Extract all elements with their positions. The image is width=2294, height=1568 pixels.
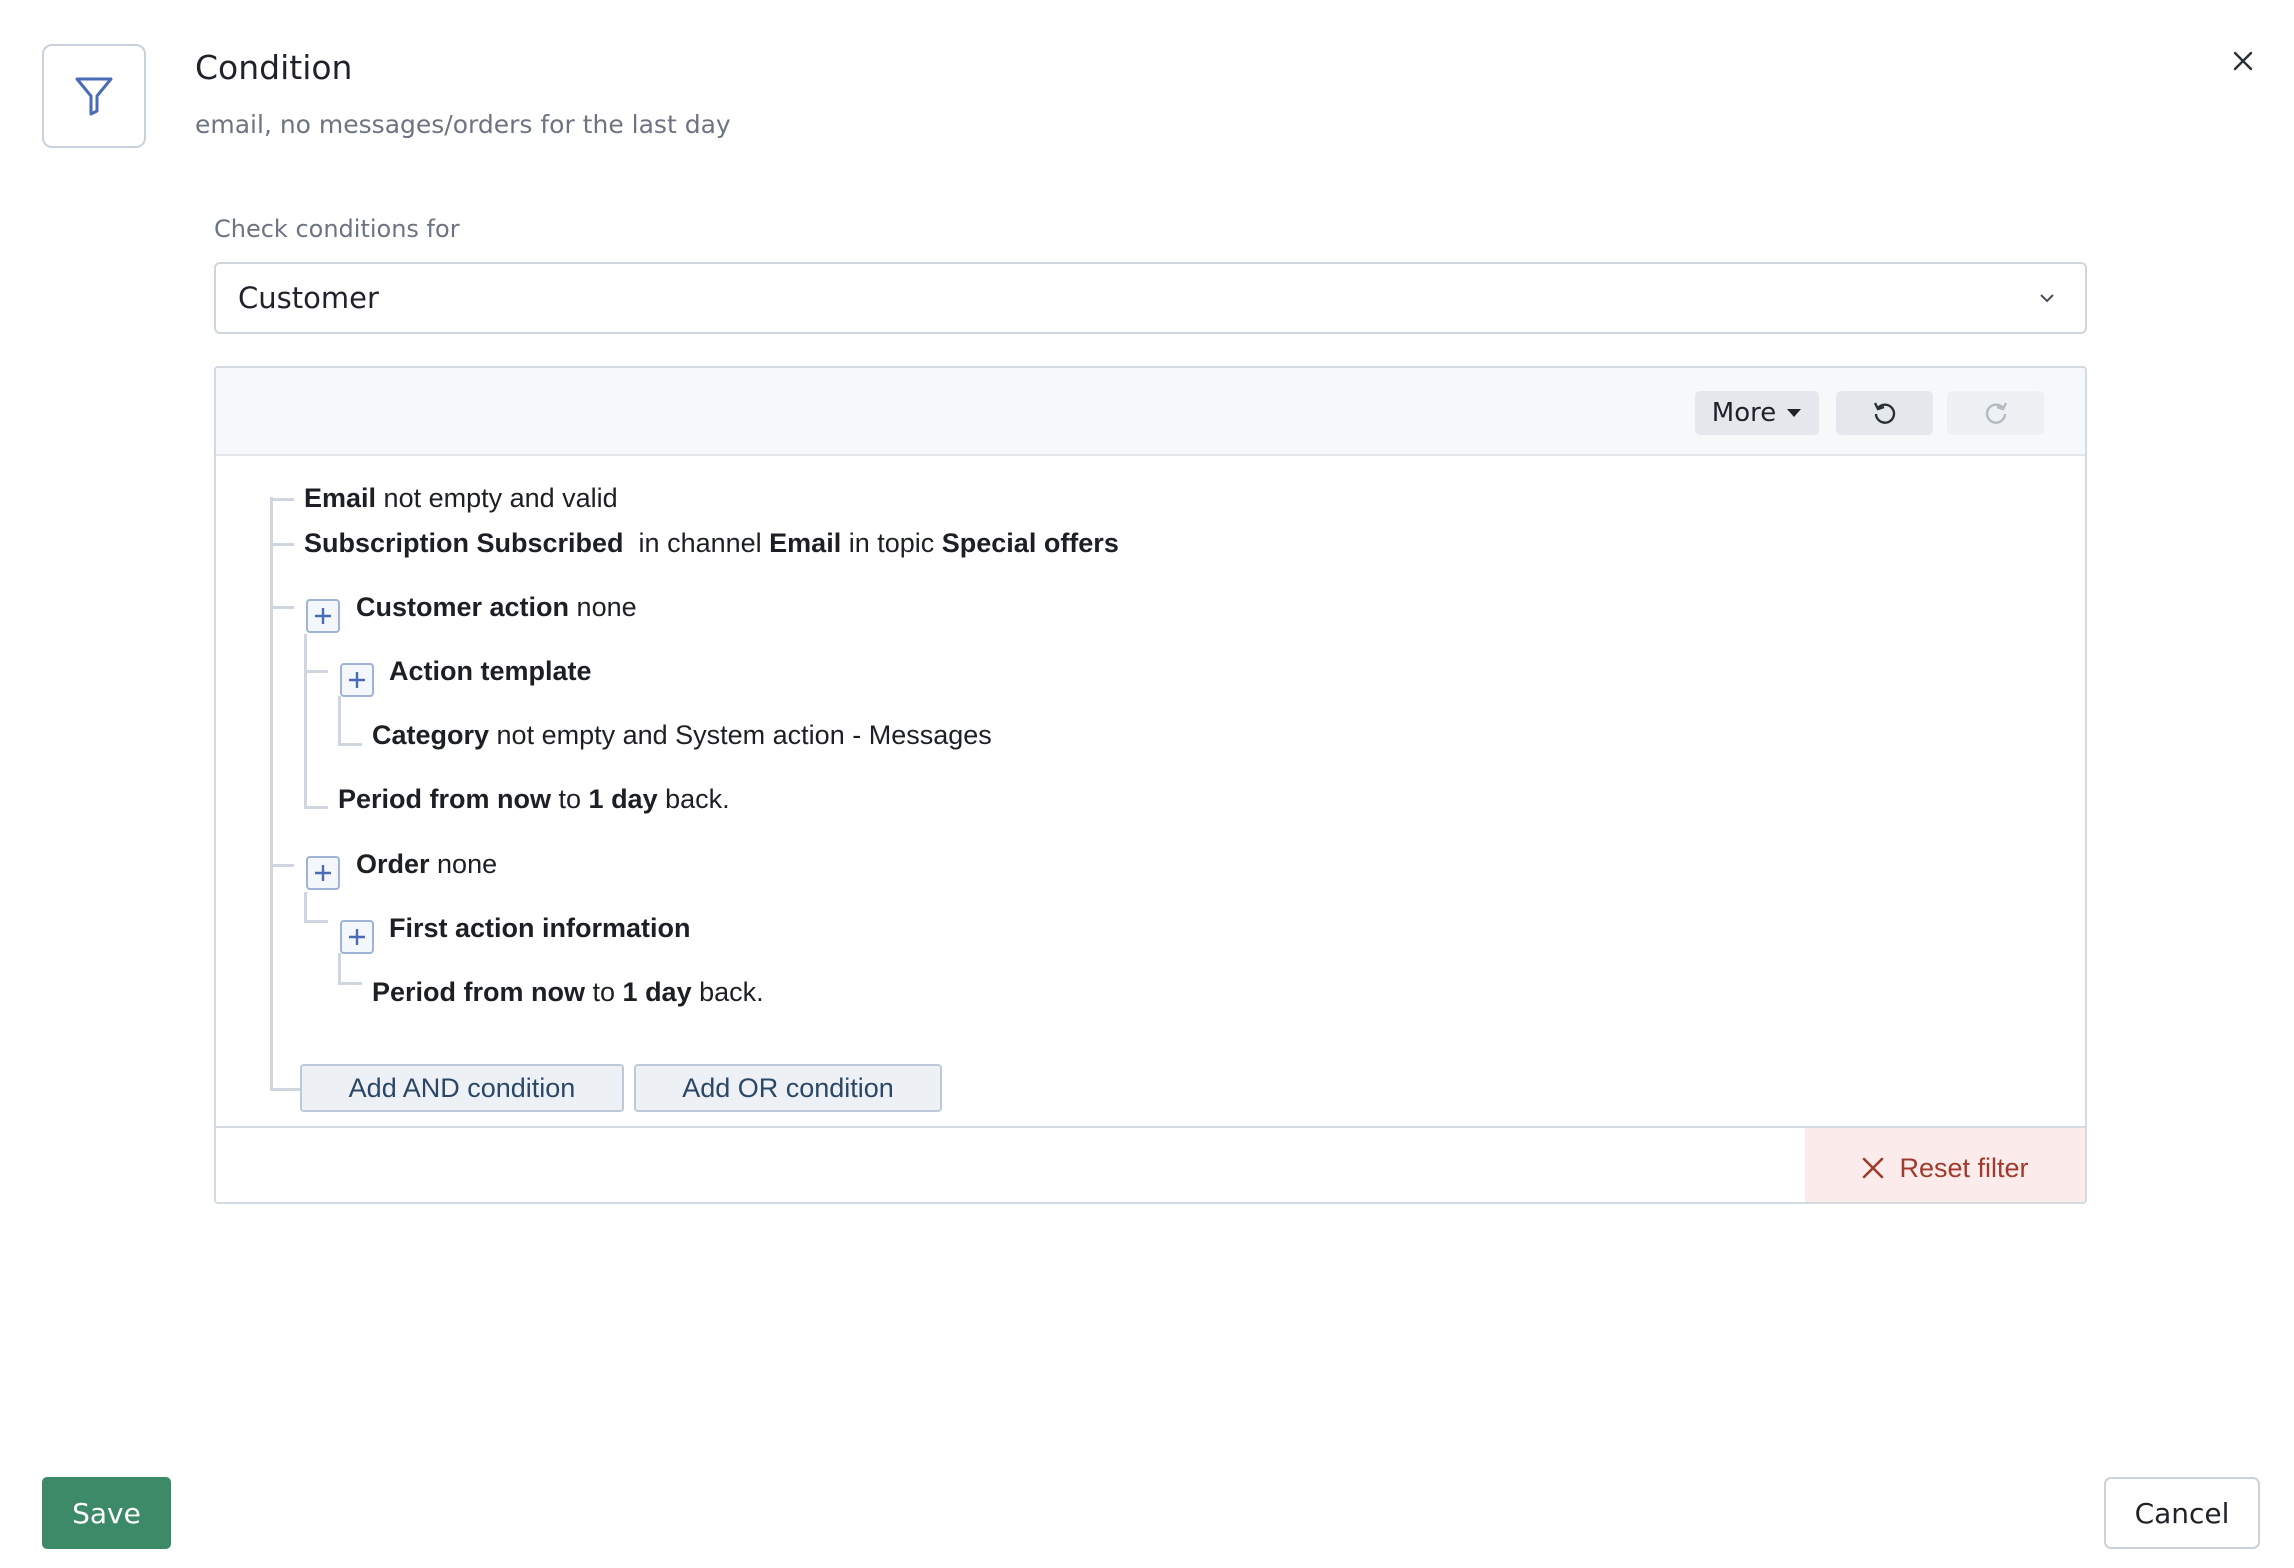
- check-conditions-label: Check conditions for: [214, 215, 460, 243]
- tree-connector: [270, 1088, 300, 1091]
- tree-connector: [304, 920, 328, 923]
- condition-builder: More Email not empty and valid Subscript…: [214, 366, 2087, 1204]
- condition-field: Order: [356, 849, 430, 879]
- condition-period-customer-action[interactable]: Period from now to 1 day back.: [338, 782, 730, 816]
- expand-order-button[interactable]: [306, 856, 340, 890]
- condition-text: in topic: [841, 528, 942, 558]
- condition-field: 1 day: [588, 784, 658, 814]
- condition-tree: Email not empty and valid Subscription S…: [216, 456, 2085, 1116]
- undo-icon: [1873, 402, 1895, 424]
- redo-button[interactable]: [1947, 391, 2044, 435]
- filter-icon: [75, 77, 113, 116]
- condition-email[interactable]: Email not empty and valid: [304, 481, 618, 515]
- save-button[interactable]: Save: [42, 1477, 171, 1549]
- tree-connector: [338, 953, 341, 985]
- dialog-subtitle: email, no messages/orders for the last d…: [195, 110, 731, 139]
- condition-action-template[interactable]: Action template: [389, 654, 592, 688]
- condition-text: back.: [657, 784, 730, 814]
- condition-subscription[interactable]: Subscription Subscribed in channel Email…: [304, 526, 1119, 560]
- reset-filter-button[interactable]: Reset filter: [1805, 1128, 2085, 1202]
- condition-field: First action information: [389, 913, 691, 943]
- add-or-condition-button[interactable]: Add OR condition: [634, 1064, 942, 1112]
- cancel-button[interactable]: Cancel: [2104, 1477, 2260, 1549]
- condition-customer-action[interactable]: Customer action none: [356, 590, 637, 624]
- condition-field: Customer action: [356, 592, 570, 622]
- condition-category[interactable]: Category not empty and System action - M…: [372, 718, 992, 752]
- condition-field: Special offers: [941, 528, 1119, 558]
- tree-connector: [304, 806, 328, 809]
- tree-connector: [338, 982, 362, 985]
- plus-icon: [349, 672, 365, 688]
- redo-icon: [1985, 402, 2007, 424]
- condition-text: none: [569, 592, 637, 622]
- condition-field: Period from now: [338, 784, 552, 814]
- condition-text: to: [551, 784, 589, 814]
- builder-toolbar: More: [216, 368, 2085, 456]
- condition-text: in channel: [623, 528, 770, 558]
- close-icon: [2233, 51, 2253, 71]
- tree-connector: [270, 497, 273, 1089]
- condition-text: not empty and valid: [376, 483, 618, 513]
- condition-icon-box: [42, 44, 146, 148]
- condition-period-order[interactable]: Period from now to 1 day back.: [372, 975, 764, 1009]
- condition-text: none: [429, 849, 498, 879]
- tree-connector: [338, 696, 341, 746]
- condition-first-action-information[interactable]: First action information: [389, 911, 691, 945]
- tree-connector: [304, 634, 307, 809]
- caret-down-icon: [1787, 409, 1802, 417]
- add-and-condition-button[interactable]: Add AND condition: [300, 1064, 624, 1112]
- tree-connector: [270, 606, 294, 609]
- tree-connector: [270, 543, 294, 546]
- more-label: More: [1711, 398, 1777, 428]
- condition-text: back.: [691, 977, 764, 1007]
- check-conditions-select[interactable]: Customer: [214, 262, 2087, 334]
- condition-field: 1 day: [622, 977, 692, 1007]
- reset-filter-label: Reset filter: [1899, 1152, 2029, 1183]
- condition-field: Action template: [389, 656, 592, 686]
- expand-customer-action-button[interactable]: [306, 599, 340, 633]
- undo-button[interactable]: [1836, 391, 1933, 435]
- more-button[interactable]: More: [1695, 391, 1819, 435]
- select-value: Customer: [238, 281, 379, 315]
- condition-text: not empty and System action - Messages: [489, 720, 992, 750]
- condition-field: Email: [304, 483, 377, 513]
- expand-action-template-button[interactable]: [340, 663, 374, 697]
- close-button[interactable]: [2226, 44, 2260, 78]
- expand-first-action-button[interactable]: [340, 920, 374, 954]
- condition-text: to: [585, 977, 623, 1007]
- plus-icon: [315, 608, 331, 624]
- plus-icon: [315, 865, 331, 881]
- builder-footer: Reset filter: [216, 1126, 2085, 1202]
- condition-field: Subscription Subscribed: [304, 528, 624, 558]
- plus-icon: [349, 929, 365, 945]
- condition-field: Category: [372, 720, 490, 750]
- tree-connector: [270, 864, 294, 867]
- condition-field: Period from now: [372, 977, 586, 1007]
- condition-field: Email: [769, 528, 842, 558]
- tree-connector: [338, 743, 362, 746]
- condition-order[interactable]: Order none: [356, 847, 497, 881]
- close-icon: [1863, 1157, 1884, 1179]
- dialog-title: Condition: [195, 48, 353, 87]
- chevron-down-icon: [2040, 294, 2054, 303]
- tree-connector: [270, 498, 294, 501]
- tree-connector: [304, 670, 328, 673]
- tree-connector: [304, 892, 307, 923]
